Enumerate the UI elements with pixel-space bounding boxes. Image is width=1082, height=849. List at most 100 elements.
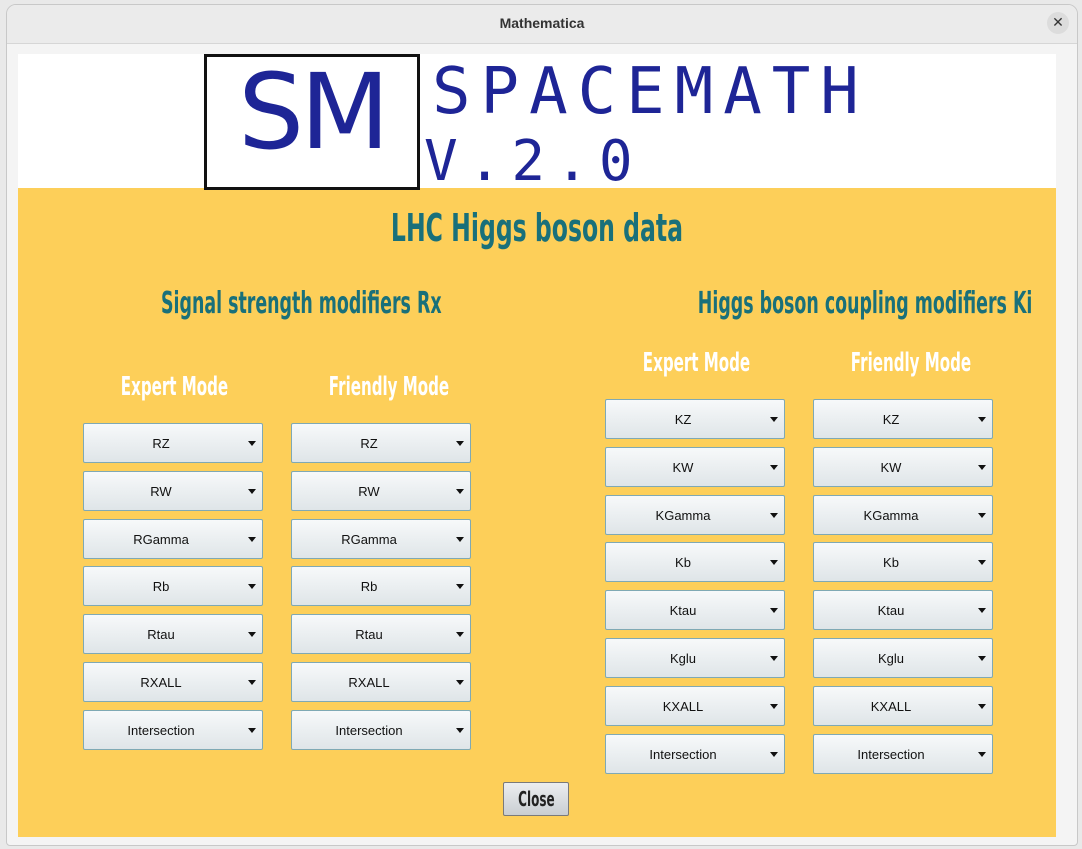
menu-label: Rtau	[355, 627, 383, 642]
menu-label: Intersection	[857, 747, 925, 762]
right-friendly-mode-label: Friendly Mode	[850, 348, 972, 378]
caret-down-icon	[248, 728, 256, 733]
right-expert-menu-kgamma[interactable]: KGamma	[605, 495, 785, 535]
menu-label: KXALL	[662, 699, 704, 714]
caret-down-icon	[456, 632, 464, 637]
caret-down-icon	[456, 680, 464, 685]
right-friendly-menu-kglu[interactable]: Kglu	[813, 638, 993, 678]
left-expert-menu-rw[interactable]: RW	[83, 471, 263, 511]
right-friendly-menu-kxall[interactable]: KXALL	[813, 686, 993, 726]
left-friendly-menu-rtau[interactable]: Rtau	[291, 614, 471, 654]
close-button-label: Close	[517, 787, 555, 811]
menu-label: RZ	[360, 436, 378, 451]
caret-down-icon	[248, 489, 256, 494]
right-friendly-menu-kgamma[interactable]: KGamma	[813, 495, 993, 535]
left-expert-menu-rxall[interactable]: RXALL	[83, 662, 263, 702]
caret-down-icon	[978, 656, 986, 661]
signal-strength-title: Signal strength modifiers Rx	[161, 286, 442, 321]
menu-label: Rb	[360, 579, 378, 594]
mathematica-window: Mathematica ✕ SM SPACEMATH V.2.0 LHC Hig…	[6, 4, 1078, 846]
right-expert-menu-kb[interactable]: Kb	[605, 542, 785, 582]
page-title: LHC Higgs boson data	[390, 206, 684, 250]
window-close-icon[interactable]: ✕	[1047, 12, 1069, 34]
caret-down-icon	[978, 560, 986, 565]
title-bar: Mathematica ✕	[7, 5, 1077, 44]
caret-down-icon	[770, 656, 778, 661]
logo-badge: SM	[204, 51, 420, 190]
menu-label: KW	[672, 460, 694, 475]
window-title: Mathematica	[499, 15, 585, 31]
coupling-modifiers-title: Higgs boson coupling modifiers Ki	[697, 286, 1033, 321]
right-friendly-menu-intersection[interactable]: Intersection	[813, 734, 993, 774]
menu-label: Ktau	[877, 603, 905, 618]
menu-label: RZ	[152, 436, 170, 451]
caret-down-icon	[770, 465, 778, 470]
left-expert-menu-rtau[interactable]: Rtau	[83, 614, 263, 654]
menu-label: Ktau	[669, 603, 697, 618]
left-friendly-mode-label: Friendly Mode	[328, 372, 450, 402]
right-expert-menu-kglu[interactable]: Kglu	[605, 638, 785, 678]
caret-down-icon	[770, 513, 778, 518]
menu-label: KW	[880, 460, 902, 475]
menu-label: KGamma	[655, 508, 711, 523]
right-expert-menu-ktau[interactable]: Ktau	[605, 590, 785, 630]
logo-initials: SM	[238, 51, 390, 173]
menu-label: RW	[358, 484, 380, 499]
left-friendly-menu-intersection[interactable]: Intersection	[291, 710, 471, 750]
left-friendly-menu-rb[interactable]: Rb	[291, 566, 471, 606]
left-expert-menu-rb[interactable]: Rb	[83, 566, 263, 606]
menu-label: Rb	[152, 579, 170, 594]
caret-down-icon	[248, 584, 256, 589]
caret-down-icon	[978, 704, 986, 709]
right-expert-menu-kxall[interactable]: KXALL	[605, 686, 785, 726]
menu-label: KGamma	[863, 508, 919, 523]
left-friendly-menu-rxall[interactable]: RXALL	[291, 662, 471, 702]
menu-label: KZ	[674, 412, 692, 427]
right-friendly-menu-kw[interactable]: KW	[813, 447, 993, 487]
menu-label: Kb	[675, 555, 691, 570]
caret-down-icon	[978, 465, 986, 470]
close-button[interactable]: Close	[503, 782, 569, 816]
logo-header: SM SPACEMATH V.2.0	[18, 51, 1056, 192]
right-friendly-menu-kb[interactable]: Kb	[813, 542, 993, 582]
menu-label: Intersection	[649, 747, 717, 762]
right-expert-menu-intersection[interactable]: Intersection	[605, 734, 785, 774]
right-friendly-menu-ktau[interactable]: Ktau	[813, 590, 993, 630]
caret-down-icon	[248, 441, 256, 446]
menu-label: RW	[150, 484, 172, 499]
caret-down-icon	[248, 537, 256, 542]
menu-label: Rtau	[147, 627, 175, 642]
menu-label: KXALL	[870, 699, 912, 714]
caret-down-icon	[456, 441, 464, 446]
left-friendly-menu-rw[interactable]: RW	[291, 471, 471, 511]
caret-down-icon	[456, 584, 464, 589]
left-expert-menu-rgamma[interactable]: RGamma	[83, 519, 263, 559]
logo-version: V.2.0	[424, 129, 643, 194]
right-expert-menu-kw[interactable]: KW	[605, 447, 785, 487]
menu-label: Intersection	[335, 723, 403, 738]
menu-label: RXALL	[140, 675, 182, 690]
menu-label: RGamma	[341, 532, 397, 547]
logo-name: SPACEMATH	[432, 55, 869, 129]
caret-down-icon	[770, 752, 778, 757]
left-friendly-menu-rgamma[interactable]: RGamma	[291, 519, 471, 559]
menu-label: Kglu	[877, 651, 905, 666]
caret-down-icon	[248, 632, 256, 637]
left-expert-menu-intersection[interactable]: Intersection	[83, 710, 263, 750]
caret-down-icon	[770, 704, 778, 709]
right-friendly-menu-kz[interactable]: KZ	[813, 399, 993, 439]
caret-down-icon	[978, 513, 986, 518]
caret-down-icon	[978, 608, 986, 613]
palette-content: SM SPACEMATH V.2.0 LHC Higgs boson data …	[18, 51, 1056, 837]
caret-down-icon	[978, 752, 986, 757]
menu-label: RGamma	[133, 532, 189, 547]
caret-down-icon	[978, 417, 986, 422]
left-friendly-menu-rz[interactable]: RZ	[291, 423, 471, 463]
menu-label: KZ	[882, 412, 900, 427]
menu-label: Kb	[883, 555, 899, 570]
caret-down-icon	[248, 680, 256, 685]
right-expert-menu-kz[interactable]: KZ	[605, 399, 785, 439]
menu-label: Kglu	[669, 651, 697, 666]
left-expert-menu-rz[interactable]: RZ	[83, 423, 263, 463]
menu-label: Intersection	[127, 723, 195, 738]
